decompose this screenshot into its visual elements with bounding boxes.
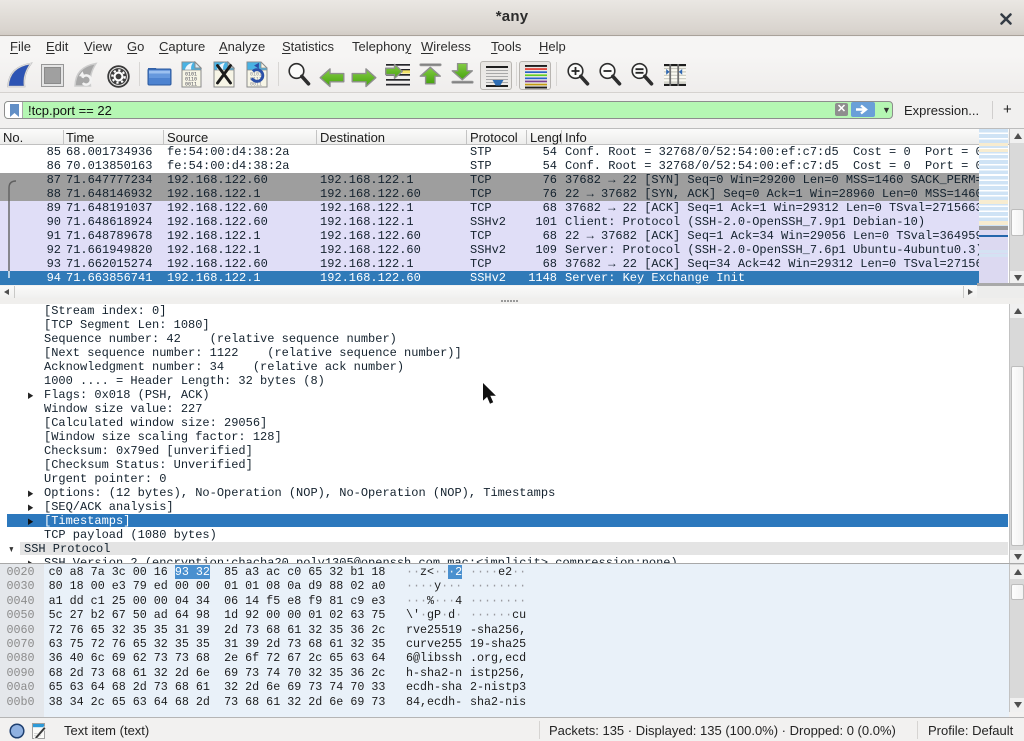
svg-text:0011: 0011: [185, 82, 197, 88]
